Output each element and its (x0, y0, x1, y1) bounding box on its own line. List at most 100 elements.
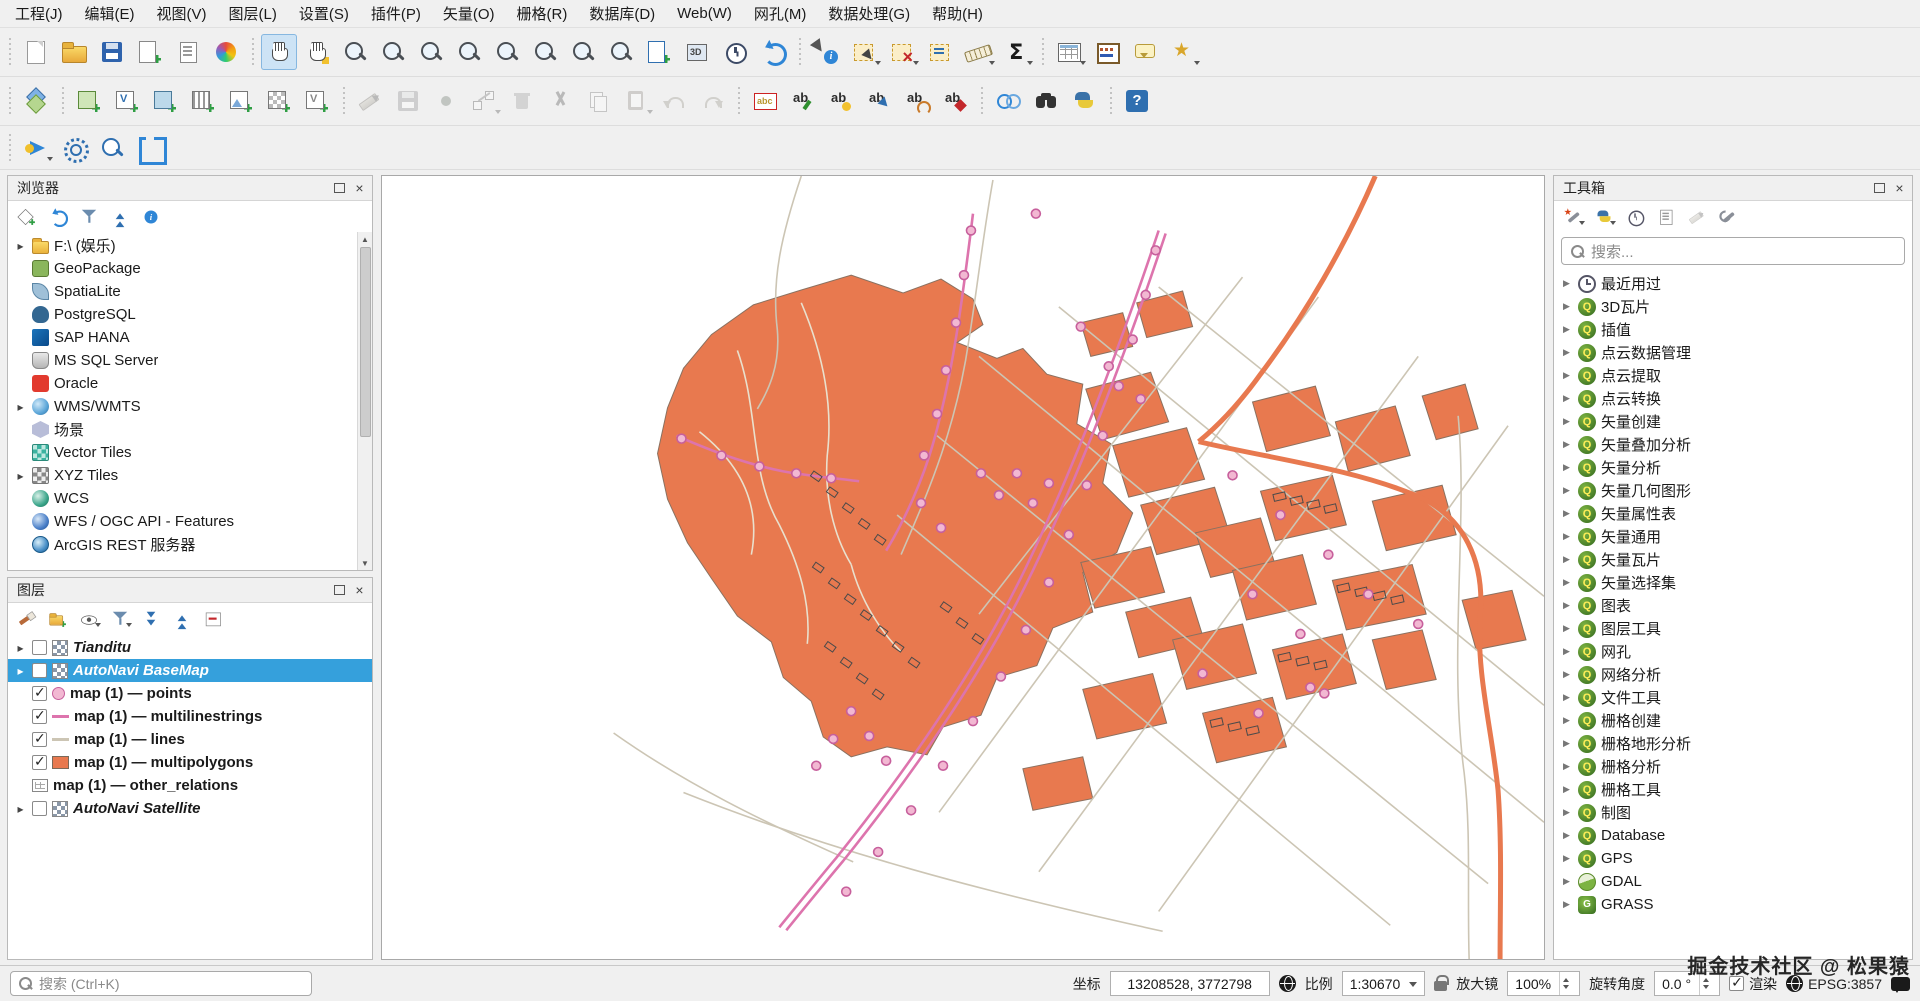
scale-combo[interactable]: 1:30670 (1342, 971, 1426, 996)
expand-arrow-icon[interactable]: ▸ (14, 641, 27, 655)
expand-arrow-icon[interactable]: ▶ (1560, 692, 1573, 703)
move-label-button[interactable] (861, 83, 897, 119)
add-group-button[interactable] (45, 606, 71, 632)
toolbox-item[interactable]: ▶ 制图 (1554, 801, 1912, 824)
toolbox-models-button[interactable] (1560, 204, 1586, 230)
browser-scrollbar[interactable]: ▲ ▼ (357, 232, 372, 570)
menu-item[interactable]: Web(W) (666, 2, 743, 25)
toolbox-scripts-button[interactable] (1591, 204, 1617, 230)
menu-item[interactable]: 矢量(O) (432, 0, 506, 27)
deselect-features-button[interactable] (884, 34, 920, 70)
map-tips-button[interactable] (1127, 34, 1163, 70)
filter-legend-button[interactable] (107, 606, 133, 632)
toolbox-item[interactable]: ▶ 文件工具 (1554, 686, 1912, 709)
toolbox-item[interactable]: ▶ 点云转换 (1554, 387, 1912, 410)
browser-properties-button[interactable] (138, 204, 164, 230)
collapse-all-button[interactable] (107, 204, 133, 230)
cut-features-button[interactable] (542, 83, 578, 119)
options-button[interactable] (56, 130, 92, 166)
menu-item[interactable]: 数据处理(G) (817, 0, 921, 27)
expand-arrow-icon[interactable]: ▶ (1560, 784, 1573, 795)
expand-arrow-icon[interactable]: ▸ (14, 802, 27, 816)
expand-arrow-icon[interactable]: ▶ (1560, 738, 1573, 749)
undo-button[interactable] (656, 83, 692, 119)
zoom-last-button[interactable] (565, 34, 601, 70)
toolbox-edit-button[interactable] (1684, 204, 1710, 230)
browser-float-button[interactable] (331, 180, 348, 197)
menu-item[interactable]: 图层(L) (218, 0, 288, 27)
layer-item[interactable]: ▸ map (1) — points (8, 682, 372, 705)
zoom-full-button[interactable] (413, 34, 449, 70)
expand-arrow-icon[interactable]: ▶ (1560, 646, 1573, 657)
layer-checkbox[interactable] (32, 663, 47, 678)
expand-arrow-icon[interactable]: ▶ (1560, 876, 1573, 887)
new-mesh-layer-button[interactable] (223, 83, 259, 119)
spinner-arrows-icon[interactable] (1699, 972, 1712, 995)
render-checkbox-box[interactable] (1729, 976, 1744, 991)
expand-arrow-icon[interactable]: ▶ (1560, 278, 1573, 289)
magnifier-spinner[interactable]: 100% (1507, 971, 1580, 996)
identify-features-button[interactable] (808, 34, 844, 70)
layer-item[interactable]: ▸ Tianditu (8, 636, 372, 659)
toggle-editing-button[interactable] (352, 83, 388, 119)
expand-arrow-icon[interactable]: ▸ (14, 469, 27, 483)
expand-arrow-icon[interactable]: ▶ (1560, 623, 1573, 634)
zoom-out-button[interactable] (375, 34, 411, 70)
layer-checkbox[interactable] (32, 801, 47, 816)
expand-arrow-icon[interactable]: ▶ (1560, 462, 1573, 473)
menu-item[interactable]: 网孔(M) (743, 0, 818, 27)
collapse-all-layers-button[interactable] (169, 606, 195, 632)
expand-arrow-icon[interactable]: ▶ (1560, 301, 1573, 312)
locator-search-button[interactable] (94, 130, 130, 166)
toolbox-item[interactable]: ▶ 3D瓦片 (1554, 295, 1912, 318)
toolbox-item[interactable]: ▶ GDAL (1554, 870, 1912, 893)
layer-checkbox[interactable] (32, 640, 47, 655)
menu-item[interactable]: 插件(P) (360, 0, 432, 27)
menu-item[interactable]: 设置(S) (288, 0, 360, 27)
expand-arrow-icon[interactable]: ▶ (1560, 830, 1573, 841)
pan-to-selection-button[interactable] (299, 34, 335, 70)
remove-layer-button[interactable] (200, 606, 226, 632)
expand-arrow-icon[interactable]: ▶ (1560, 600, 1573, 611)
layer-styling-button[interactable] (14, 606, 40, 632)
toolbox-options-button[interactable] (1715, 204, 1741, 230)
layer-item[interactable]: ▸ AutoNavi Satellite (8, 797, 372, 820)
osm-place-search-button[interactable] (1028, 83, 1064, 119)
expand-arrow-icon[interactable]: ▸ (14, 664, 27, 678)
layer-labeling-button[interactable] (747, 83, 783, 119)
data-source-manager-button[interactable] (18, 83, 54, 119)
toolbox-item[interactable]: ▶ 栅格分析 (1554, 755, 1912, 778)
expand-arrow-icon[interactable]: ▶ (1560, 807, 1573, 818)
toolbox-item[interactable]: ▶ 插值 (1554, 318, 1912, 341)
expand-arrow-icon[interactable]: ▶ (1560, 853, 1573, 864)
new-scratch-layer-button[interactable] (185, 83, 221, 119)
new-project-button[interactable] (18, 34, 54, 70)
layer-checkbox[interactable] (32, 686, 47, 701)
rotation-spinner[interactable]: 0.0 ° (1654, 971, 1720, 996)
map-extent-button[interactable] (132, 130, 168, 166)
expand-arrow-icon[interactable]: ▸ (14, 400, 27, 414)
plugins-dropdown-button[interactable] (18, 130, 54, 166)
measure-button[interactable] (960, 34, 996, 70)
new-spatialite-layer-button[interactable] (147, 83, 183, 119)
menu-item[interactable]: 数据库(D) (578, 0, 666, 27)
toolbox-item[interactable]: ▶ 矢量通用 (1554, 525, 1912, 548)
toolbox-item[interactable]: ▶ GRASS (1554, 893, 1912, 916)
paste-features-button[interactable] (618, 83, 654, 119)
rotate-label-button[interactable] (899, 83, 935, 119)
toolbox-item[interactable]: ▶ GPS (1554, 847, 1912, 870)
vertex-tool-button[interactable] (466, 83, 502, 119)
expand-arrow-icon[interactable]: ▶ (1560, 577, 1573, 588)
expand-arrow-icon[interactable]: ▶ (1560, 508, 1573, 519)
attribute-table-button[interactable] (1051, 34, 1087, 70)
toolbox-item[interactable]: ▶ 点云提取 (1554, 364, 1912, 387)
browser-item[interactable]: ▸ WFS / OGC API - Features (8, 510, 356, 533)
expand-all-button[interactable] (138, 606, 164, 632)
pin-labels-button[interactable] (785, 83, 821, 119)
new-shapefile-layer-button[interactable] (109, 83, 145, 119)
toolbox-item[interactable]: ▶ 矢量属性表 (1554, 502, 1912, 525)
browser-item[interactable]: ▸ F:\ (娱乐) (8, 234, 356, 257)
render-checkbox[interactable]: 渲染 (1729, 974, 1777, 994)
browser-item[interactable]: ▸ SAP HANA (8, 326, 356, 349)
toolbox-item[interactable]: ▶ 矢量创建 (1554, 410, 1912, 433)
